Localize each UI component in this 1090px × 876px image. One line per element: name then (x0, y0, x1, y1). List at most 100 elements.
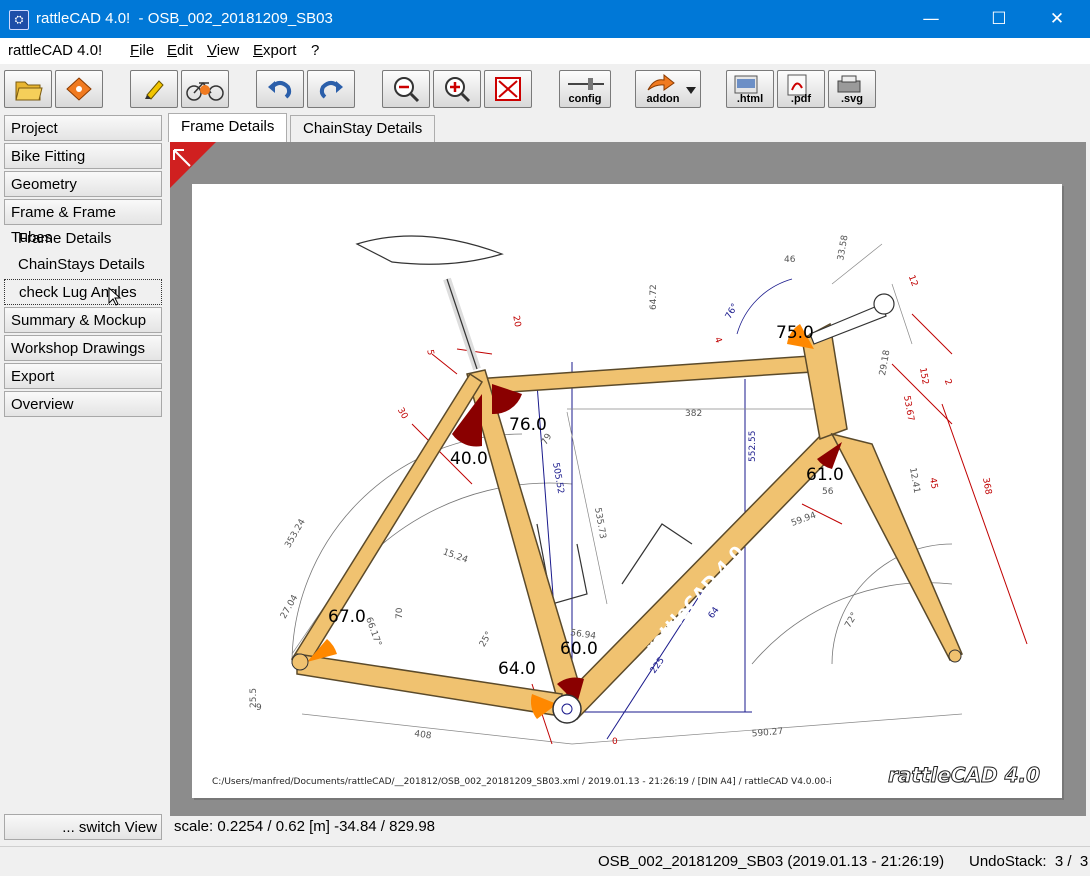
dim-label: 56 (822, 487, 834, 497)
fit-to-window-button[interactable] (484, 70, 532, 108)
maximize-button[interactable]: ☐ (976, 0, 1022, 38)
sidebar-subitem-check-lug-angles[interactable]: check Lug Angles (4, 279, 162, 305)
save-button[interactable] (55, 70, 103, 108)
svg-label: .svg (840, 93, 863, 105)
stay-angle-label: 67.0 (328, 607, 366, 627)
menu-export[interactable]: Export (253, 42, 296, 59)
menu-file[interactable]: File (130, 42, 154, 59)
menu-edit-rest: dit (177, 42, 193, 59)
dim-label: 382 (685, 409, 702, 419)
drawing-canvas[interactable]: 75.0 76.0 40.0 61.0 67.0 64.0 60.0 382 5… (170, 142, 1086, 816)
menu-edit-mnemonic: E (167, 42, 178, 59)
project-status: OSB_002_20181209_SB03 (2019.01.13 - 21:2… (598, 853, 945, 870)
dim-label: 29.18 (878, 349, 892, 376)
dim-label: 4 (712, 336, 723, 345)
down-tube (555, 427, 844, 720)
app-name-label: rattleCAD 4.0! (8, 42, 103, 59)
html-label: .html (736, 93, 764, 105)
zoom-out-button[interactable] (382, 70, 430, 108)
seat-stay (290, 372, 484, 667)
top-tube (474, 355, 813, 395)
dim-label: 27.04 (279, 593, 301, 621)
dim-label: 9 (256, 703, 262, 713)
config-label: config (568, 93, 602, 105)
dim-label: 225 (649, 656, 667, 676)
dim-label: 64 (707, 605, 722, 620)
maximize-icon: ☐ (991, 9, 1007, 29)
dim-label: 368 (980, 477, 993, 496)
seat-top-angle-label: 40.0 (450, 449, 488, 469)
export-pdf-button[interactable]: .pdf (777, 70, 825, 108)
sidebar-item-export[interactable]: Export (4, 363, 162, 389)
undo-stack-status: UndoStack: 3 / 3 (969, 853, 1089, 870)
config-slider-icon (568, 78, 604, 90)
sidebar-item-bike-fitting[interactable]: Bike Fitting (4, 143, 162, 169)
sidebar-subitem-frame-details[interactable]: Frame Details (18, 230, 111, 247)
sidebar-item-project[interactable]: Project (4, 115, 162, 141)
menu-view-rest: iew (216, 42, 240, 59)
dim-label: 12 (906, 274, 919, 288)
switch-view-button[interactable]: ... switch View (4, 814, 162, 840)
drawing-sheet: 75.0 76.0 40.0 61.0 67.0 64.0 60.0 382 5… (192, 184, 1062, 798)
rattlecad-watermark: rattleCAD 4.0 (888, 763, 1040, 787)
menu-export-mnemonic: E (253, 42, 264, 59)
export-html-button[interactable]: .html (726, 70, 774, 108)
zoom-in-icon (445, 77, 471, 103)
sidebar-item-frame-tubes[interactable]: Frame & Frame Tubes (4, 199, 162, 246)
dim-label: 15.24 (441, 547, 469, 565)
bike-frame-drawing: 75.0 76.0 40.0 61.0 67.0 64.0 60.0 382 5… (212, 234, 1041, 787)
sidebar-item-geometry[interactable]: Geometry (4, 171, 162, 197)
minimize-button[interactable]: — (908, 0, 954, 38)
undo-button[interactable] (256, 70, 304, 108)
dim-label: 25° (478, 630, 495, 649)
export-svg-button[interactable]: .svg (828, 70, 876, 108)
zoom-in-button[interactable] (433, 70, 481, 108)
addon-button[interactable]: addon (635, 70, 701, 108)
menu-help[interactable]: ? (311, 42, 319, 59)
sidebar-item-summary-mockup[interactable]: Summary & Mockup (4, 307, 162, 333)
status-bar: OSB_002_20181209_SB03 (2019.01.13 - 21:2… (0, 846, 1090, 876)
addon-arrow-icon (647, 74, 675, 91)
dim-label: 552.55 (748, 431, 758, 463)
head-angle-label: 75.0 (776, 323, 814, 343)
scale-readout: scale: 0.2254 / 0.62 [m] -34.84 / 829.98 (174, 818, 436, 835)
close-button[interactable]: ✕ (1034, 0, 1080, 38)
dim-label: 505.52 (550, 462, 565, 495)
dim-label: 408 (414, 729, 433, 741)
dim-label: 0 (612, 737, 618, 747)
bike-render-button[interactable] (181, 70, 229, 108)
dim-label: 45 (927, 477, 939, 490)
redo-button[interactable] (307, 70, 355, 108)
dim-label: 590.27 (751, 727, 783, 740)
dim-label: 64.72 (649, 284, 659, 310)
menu-export-rest: xport (263, 42, 297, 59)
sidebar-item-workshop-drawings[interactable]: Workshop Drawings (4, 335, 162, 361)
dim-label: 53.67 (901, 395, 915, 422)
seat-angle-label: 76.0 (509, 415, 547, 435)
sidebar-item-overview[interactable]: Overview (4, 391, 162, 417)
pdf-label: .pdf (790, 93, 812, 105)
edit-pen-button[interactable] (130, 70, 178, 108)
sidebar-subitem-chainstays-details[interactable]: ChainStays Details (18, 256, 145, 273)
tab-bar: Frame Details ChainStay Details (166, 112, 1090, 142)
dim-label: 152 (917, 367, 930, 386)
open-folder-button[interactable] (4, 70, 52, 108)
toolbar: config addon .html .pdf .svg (0, 64, 1090, 112)
window-title: rattleCAD 4.0! - OSB_002_20181209_SB03 (36, 10, 333, 27)
open-folder-icon (15, 81, 43, 101)
dim-label: 12.41 (907, 467, 921, 494)
close-icon: ✕ (1049, 9, 1065, 29)
menu-edit[interactable]: Edit (167, 42, 193, 59)
dim-label: 76° (724, 302, 741, 321)
drawing-footer: C:/Users/manfred/Documents/rattleCAD/__2… (212, 777, 832, 787)
menu-view[interactable]: View (207, 42, 239, 59)
menu-bar: rattleCAD 4.0! File Edit View Export ? (0, 38, 1090, 64)
tab-chainstay-details[interactable]: ChainStay Details (290, 115, 436, 142)
zoom-out-icon (394, 77, 420, 103)
fit-window-icon (495, 77, 521, 101)
config-button[interactable]: config (559, 70, 611, 108)
tab-frame-details[interactable]: Frame Details (168, 113, 288, 142)
dim-label: 66.17° (363, 616, 383, 648)
dim-label: 30 (395, 406, 410, 421)
bb-left-angle-label: 64.0 (498, 659, 536, 679)
